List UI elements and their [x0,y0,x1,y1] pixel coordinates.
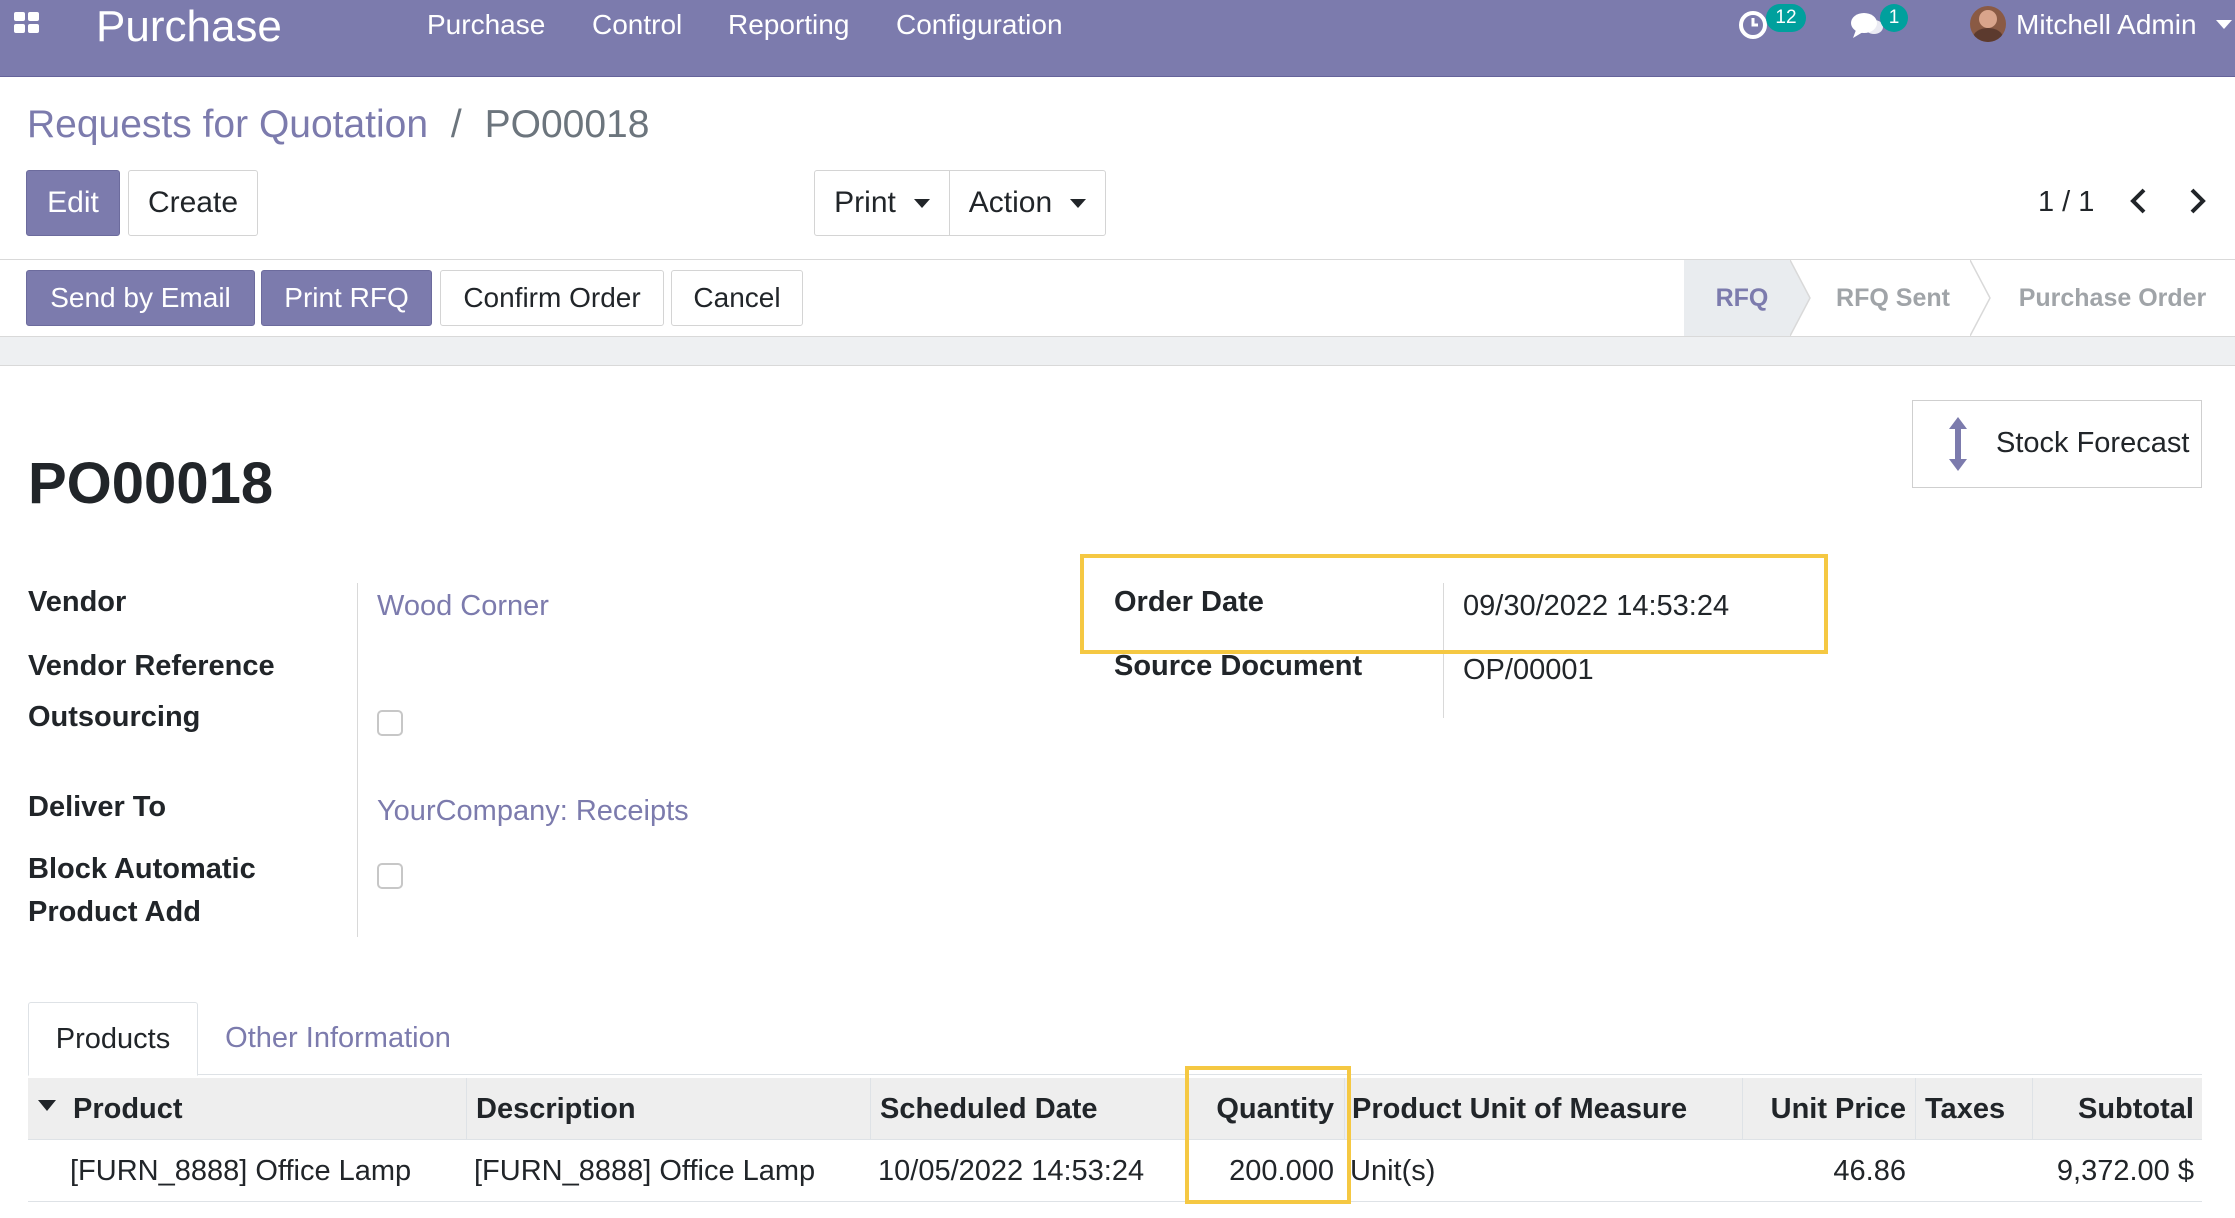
column-product-uom[interactable]: Product Unit of Measure [1352,1078,1687,1140]
confirm-order-button[interactable]: Confirm Order [440,270,664,326]
cell-unit-price[interactable]: 46.86 [1742,1140,1906,1202]
stage-purchase-order[interactable]: Purchase Order [1990,260,2235,336]
chat-bubbles-icon[interactable] [1850,10,1884,45]
form-sheet-top-band [0,337,2235,366]
stage-rfq[interactable]: RFQ [1684,260,1800,336]
create-button[interactable]: Create [128,170,258,236]
source-document-label: Source Document [1114,650,1363,682]
cell-product[interactable]: [FURN_8888] Office Lamp [70,1140,411,1202]
print-action-group: Print Action [814,170,1106,236]
print-dropdown[interactable]: Print [815,171,949,235]
tab-products-label: Products [55,1022,171,1055]
stock-forecast-button[interactable]: Stock Forecast [1912,400,2202,488]
outsourcing-checkbox[interactable] [377,710,403,736]
column-description[interactable]: Description [476,1078,636,1140]
column-unit-price[interactable]: Unit Price [1742,1078,1906,1140]
breadcrumb-separator: / [450,103,462,146]
pager-previous-icon[interactable] [2126,186,2150,221]
message-count-badge: 1 [1880,4,1908,32]
record-title: PO00018 [28,451,274,516]
chevron-down-icon [913,198,930,208]
app-grid-icon[interactable] [14,12,40,34]
pager-next-icon[interactable] [2186,186,2210,221]
pager-value[interactable]: 1 / 1 [2038,184,2094,220]
column-subtotal[interactable]: Subtotal [2032,1078,2194,1140]
column-separator [466,1078,467,1140]
main-navbar: Purchase Purchase Control Reporting Conf… [0,0,2235,77]
vendor-field[interactable]: Wood Corner [377,590,549,623]
vendor-reference-label: Vendor Reference [28,650,275,682]
menu-configuration[interactable]: Configuration [896,8,1063,42]
deliver-to-field[interactable]: YourCompany: Receipts [377,795,689,828]
column-scheduled-date[interactable]: Scheduled Date [880,1078,1098,1140]
order-date-highlight [1080,554,1828,654]
notebook-tabs [28,1074,2202,1075]
edit-button[interactable]: Edit [26,170,120,236]
print-label: Print [834,186,896,219]
user-menu-caret-icon[interactable] [2216,20,2232,29]
activity-clock-icon[interactable] [1738,10,1768,45]
vendor-label: Vendor [28,586,127,618]
column-product[interactable]: Product [73,1078,183,1140]
breadcrumb-parent[interactable]: Requests for Quotation [27,103,428,146]
activity-count-badge: 12 [1766,4,1806,32]
breadcrumb-current: PO00018 [484,103,650,146]
send-by-email-button[interactable]: Send by Email [26,270,255,326]
menu-purchase[interactable]: Purchase [427,8,545,42]
block-automatic-label-line1: Block Automatic [28,853,256,885]
outsourcing-label: Outsourcing [28,701,201,733]
chevron-down-icon [1070,198,1087,208]
breadcrumb: Requests for Quotation / PO00018 [27,102,649,148]
sort-caret-icon[interactable] [38,1100,56,1111]
cell-subtotal[interactable]: 9,372.00 $ [2032,1140,2194,1202]
quantity-highlight [1185,1066,1351,1204]
block-automatic-product-add-checkbox[interactable] [377,863,403,889]
cell-description[interactable]: [FURN_8888] Office Lamp [474,1140,815,1202]
source-document-field[interactable]: OP/00001 [1463,654,1594,687]
app-title[interactable]: Purchase [96,2,282,52]
cell-scheduled-date[interactable]: 10/05/2022 14:53:24 [878,1140,1144,1202]
menu-reporting[interactable]: Reporting [728,8,849,42]
action-dropdown[interactable]: Action [950,171,1105,235]
tab-other-information-label: Other Information [225,1021,451,1054]
deliver-to-label: Deliver To [28,791,167,823]
cancel-button[interactable]: Cancel [671,270,803,326]
column-separator [870,1078,871,1140]
stage-rfq-sent[interactable]: RFQ Sent [1812,260,1974,336]
column-separator [1915,1078,1916,1140]
menu-control[interactable]: Control [592,8,682,42]
left-group-divider [357,583,358,937]
stock-forecast-label: Stock Forecast [1996,427,2190,459]
column-taxes[interactable]: Taxes [1925,1078,2005,1140]
tab-products[interactable]: Products [28,1002,198,1076]
print-rfq-button[interactable]: Print RFQ [261,270,432,326]
block-automatic-label-line2: Product Add [28,896,201,928]
arrows-v-icon [1947,415,1969,478]
cell-product-uom[interactable]: Unit(s) [1350,1140,1435,1202]
user-avatar[interactable] [1970,6,2006,42]
user-name[interactable]: Mitchell Admin [2016,8,2197,42]
action-label: Action [968,186,1053,219]
tab-other-information[interactable]: Other Information [198,1002,478,1074]
